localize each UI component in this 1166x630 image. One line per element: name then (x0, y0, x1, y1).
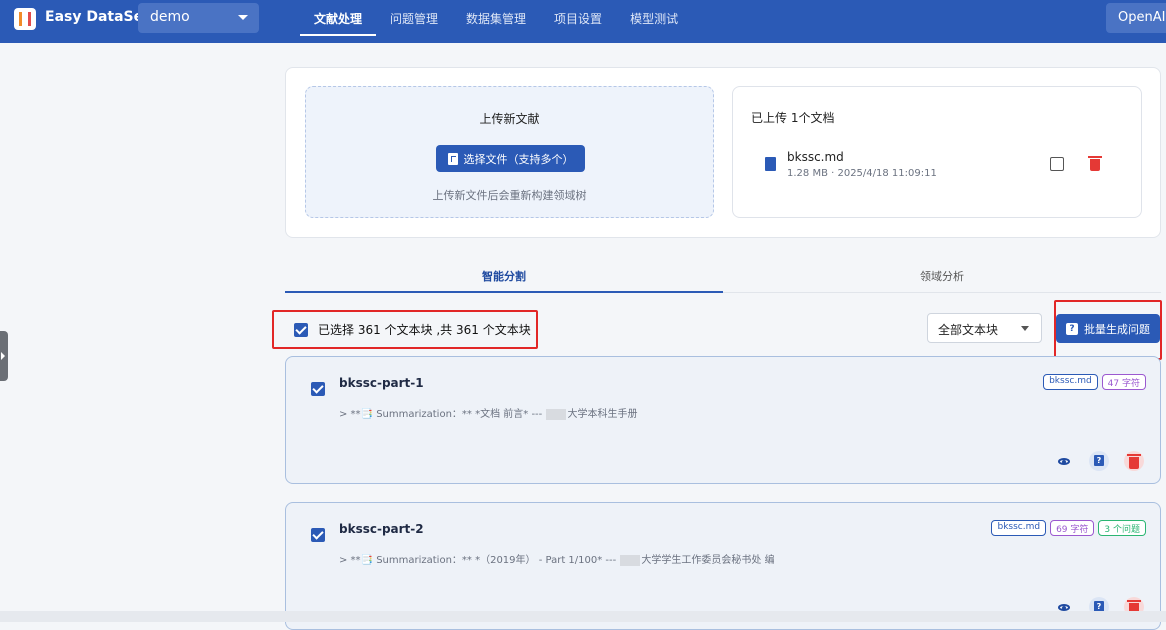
file-checkbox[interactable] (1050, 157, 1064, 171)
question-count-tag: 3 个问题 (1098, 520, 1146, 536)
selection-summary: 已选择 361 个文本块 ,共 361 个文本块 (272, 310, 538, 349)
trash-icon (1127, 454, 1141, 469)
chevron-down-icon (238, 15, 248, 20)
summary-prefix: > **📑 Summarization：** *（2019年） - Part 1… (339, 555, 620, 566)
delete-icon[interactable] (1088, 156, 1102, 171)
tab-project-settings[interactable]: 项目设置 (540, 0, 616, 36)
char-count-tag: 47 字符 (1101, 374, 1146, 390)
tab-questions[interactable]: 问题管理 (376, 0, 452, 36)
view-eye-icon[interactable] (1058, 458, 1070, 465)
file-meta: 1.28 MB · 2025/4/18 11:09:11 (787, 168, 937, 179)
summary-suffix: 大学学生工作委员会秘书处 编 (641, 555, 775, 566)
redacted-text (546, 408, 567, 420)
redacted-text (620, 554, 641, 566)
chevron-down-icon (1021, 326, 1029, 331)
batch-generate-label: 批量生成问题 (1084, 322, 1150, 336)
chunk-tags: bkssc.md 47 字符 (1043, 374, 1146, 390)
sidebar-toggle[interactable] (0, 331, 8, 381)
selection-text: 已选择 361 个文本块 ,共 361 个文本块 (318, 323, 531, 337)
app-title: Easy DataSet (45, 9, 150, 25)
file-tag: bkssc.md (1043, 374, 1098, 390)
project-name: demo (150, 9, 190, 25)
choose-file-label: 选择文件（支持多个） (463, 152, 574, 166)
chunk-tags: bkssc.md 69 字符 3 个问题 (991, 520, 1146, 536)
chunk-checkbox[interactable] (311, 528, 325, 542)
chunk-actions (1056, 451, 1146, 473)
uploaded-files-panel: 已上传 1个文档 bkssc.md 1.28 MB · 2025/4/18 11… (732, 86, 1142, 218)
main-nav: 文献处理 问题管理 数据集管理 项目设置 模型测试 (300, 0, 692, 36)
select-all-checkbox[interactable] (294, 322, 308, 337)
tab-literature[interactable]: 文献处理 (300, 0, 377, 36)
view-eye-icon[interactable] (1058, 604, 1070, 611)
top-bar: Easy DataSet demo 文献处理 问题管理 数据集管理 项目设置 模… (0, 0, 1166, 43)
summary-suffix: 大学本科生手册 (567, 409, 638, 420)
chunk-title: bkssc-part-1 (339, 376, 424, 390)
document-icon (765, 157, 776, 171)
tab-domain-analysis[interactable]: 领域分析 (723, 259, 1161, 293)
project-select[interactable]: demo (138, 3, 259, 33)
upload-title: 上传新文献 (479, 112, 540, 126)
upload-note: 上传新文件后会重新构建领域树 (432, 189, 587, 202)
tab-smart-split[interactable]: 智能分割 (285, 259, 723, 293)
choose-file-button[interactable]: 选择文件（支持多个） (436, 145, 585, 172)
chunk-summary: > **📑 Summarization：** *（2019年） - Part 1… (339, 551, 775, 566)
upload-file-icon (447, 152, 458, 165)
model-provider-button[interactable]: OpenAI: (1106, 3, 1166, 33)
tab-model-test[interactable]: 模型测试 (616, 0, 692, 36)
generate-question-icon[interactable] (1089, 451, 1109, 471)
char-count-tag: 69 字符 (1050, 520, 1095, 536)
summary-prefix: > **📑 Summarization：** *文档 前言* --- (339, 409, 546, 420)
chunk-checkbox[interactable] (311, 382, 325, 396)
file-name: bkssc.md (787, 150, 844, 164)
upload-card: 上传新文献 选择文件（支持多个） 上传新文件后会重新构建领域树 已上传 1个文档… (285, 67, 1161, 238)
filter-value: 全部文本块 (938, 323, 999, 337)
file-tag: bkssc.md (991, 520, 1047, 536)
upload-dropzone[interactable]: 上传新文献 选择文件（支持多个） 上传新文件后会重新构建领域树 (305, 86, 714, 218)
delete-chunk-button[interactable] (1124, 451, 1144, 471)
uploaded-title: 已上传 1个文档 (751, 111, 835, 125)
tab-datasets[interactable]: 数据集管理 (452, 0, 540, 36)
question-icon: ? (1066, 322, 1078, 335)
chunk-title: bkssc-part-2 (339, 522, 424, 536)
content-tabs: 智能分割 领域分析 (285, 259, 1161, 293)
chunk-card: bkssc-part-1 > **📑 Summarization：** *文档 … (285, 356, 1161, 484)
chunk-filter-select[interactable]: 全部文本块 (927, 313, 1042, 343)
bottom-status-strip (0, 611, 1166, 622)
chunk-summary: > **📑 Summarization：** *文档 前言* --- 大学本科生… (339, 405, 637, 420)
batch-generate-button[interactable]: ? 批量生成问题 (1056, 314, 1160, 343)
app-logo (14, 8, 36, 30)
